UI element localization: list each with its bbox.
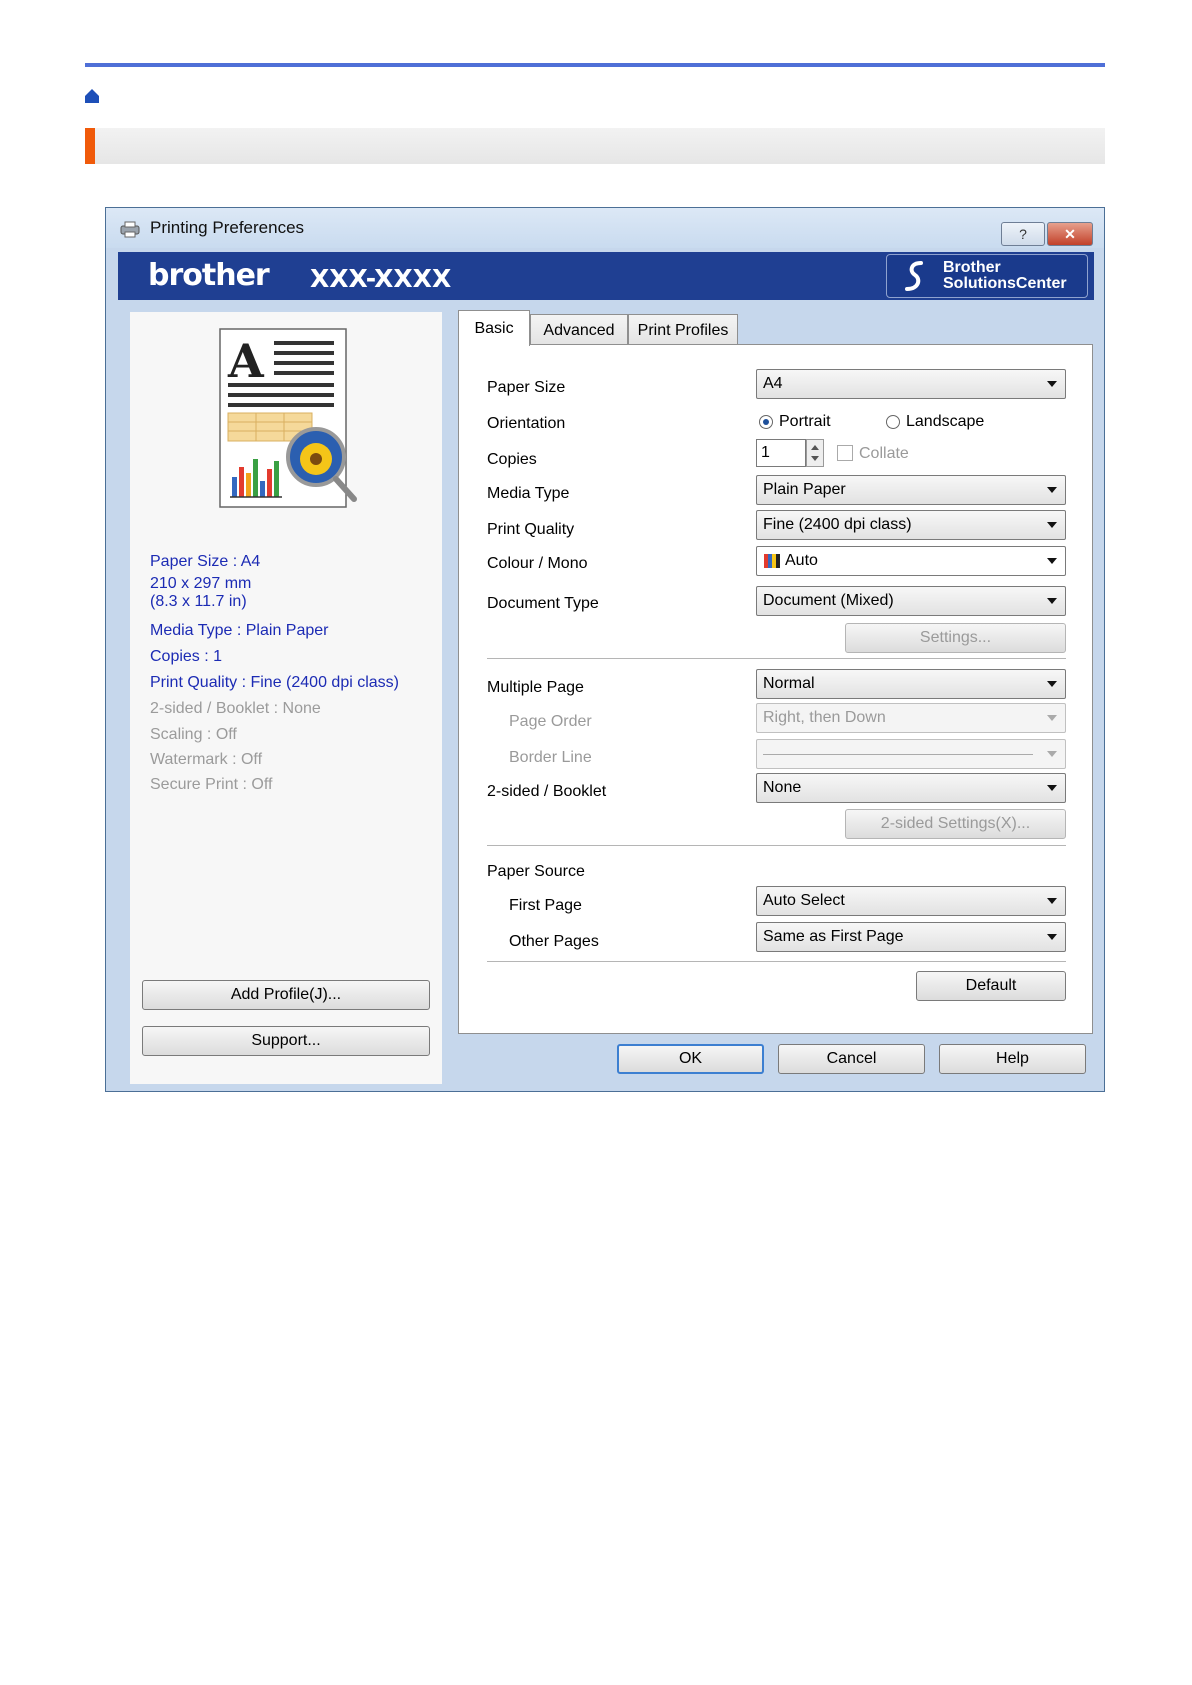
add-profile-button[interactable]: Add Profile(J)... [142,980,430,1010]
header-rule [85,63,1105,67]
copies-input[interactable]: 1 [756,439,806,467]
collate-label: Collate [859,445,909,462]
basic-tab-panel: Paper Size A4 Orientation Portrait Lands… [458,344,1093,1034]
help-button[interactable]: Help [939,1044,1086,1074]
summary-two-sided: 2-sided / Booklet : None [150,700,321,717]
solutions-center-icon [905,261,923,291]
portrait-radio[interactable] [759,415,773,429]
landscape-radio[interactable] [886,415,900,429]
preview-panel: A Paper Size : A4 210 x 297 mm (8.3 x 11… [130,312,442,1084]
help-icon[interactable]: ? [1001,222,1045,246]
solutions-center-label: Brother SolutionsCenter [943,259,1067,292]
summary-dimensions-mm: 210 x 297 mm [150,575,252,592]
first-page-label: First Page [509,897,582,914]
summary-copies: Copies : 1 [150,648,223,665]
svg-text:A: A [227,334,265,388]
border-line-preview [763,753,1033,755]
portrait-label: Portrait [779,413,831,430]
chevron-down-icon [1047,681,1057,687]
paper-size-select[interactable]: A4 [756,369,1066,399]
copies-spinner[interactable] [806,439,824,467]
summary-media-type: Media Type : Plain Paper [150,622,329,639]
default-button[interactable]: Default [916,971,1066,1001]
two-sided-settings-button[interactable]: 2-sided Settings(X)... [845,809,1066,839]
cancel-button[interactable]: Cancel [778,1044,925,1074]
chevron-down-icon [1047,381,1057,387]
tab-print-profiles[interactable]: Print Profiles [628,314,738,346]
collate-checkbox[interactable] [837,445,853,461]
section-header-bar [85,128,1105,164]
tab-basic[interactable]: Basic [458,310,530,346]
chevron-down-icon [1047,785,1057,791]
paper-source-label: Paper Source [487,863,585,880]
border-line-label: Border Line [509,749,592,766]
media-type-label: Media Type [487,485,570,502]
close-icon[interactable]: ✕ [1047,222,1093,246]
tab-advanced[interactable]: Advanced [530,314,628,346]
solutions-center-button[interactable]: Brother SolutionsCenter [886,254,1088,298]
home-icon[interactable] [84,88,100,103]
chevron-down-icon [1047,598,1057,604]
colour-mono-select[interactable]: Auto [756,546,1066,576]
divider [487,658,1066,659]
chevron-down-icon [1047,558,1057,564]
page-preview-image: A [219,328,357,508]
chevron-down-icon [1047,934,1057,940]
support-button[interactable]: Support... [142,1026,430,1056]
document-type-select[interactable]: Document (Mixed) [756,586,1066,616]
window-title: Printing Preferences [150,218,305,237]
divider [487,845,1066,846]
print-quality-label: Print Quality [487,521,575,538]
printer-icon [120,221,140,238]
page-order-select[interactable]: Right, then Down [756,703,1066,733]
orientation-label: Orientation [487,415,566,432]
summary-secure-print: Secure Print : Off [150,776,273,793]
printing-preferences-dialog: Printing Preferences ? ✕ brother XXX-XXX… [105,207,1105,1092]
other-pages-select[interactable]: Same as First Page [756,922,1066,952]
print-quality-select[interactable]: Fine (2400 dpi class) [756,510,1066,540]
two-sided-select[interactable]: None [756,773,1066,803]
other-pages-label: Other Pages [509,933,599,950]
colour-icon [764,554,780,568]
colour-mono-label: Colour / Mono [487,555,588,572]
document-type-label: Document Type [487,595,599,612]
copies-label: Copies [487,451,537,468]
section-accent [85,128,95,164]
summary-watermark: Watermark : Off [150,751,263,768]
summary-dimensions-in: (8.3 x 11.7 in) [150,593,247,610]
settings-button[interactable]: Settings... [845,623,1066,653]
paper-size-label: Paper Size [487,379,566,396]
title-bar: Printing Preferences ? ✕ [106,208,1104,248]
summary-paper-size: Paper Size : A4 [150,553,261,570]
chevron-down-icon [1047,715,1057,721]
model-name: XXX-XXXX [310,264,452,293]
first-page-select[interactable]: Auto Select [756,886,1066,916]
brand-bar: brother XXX-XXXX Brother SolutionsCenter [118,252,1094,300]
chevron-down-icon [1047,522,1057,528]
multiple-page-label: Multiple Page [487,679,584,696]
brother-logo: brother [148,258,270,293]
chevron-down-icon [1047,487,1057,493]
landscape-label: Landscape [906,413,985,430]
border-line-select[interactable] [756,739,1066,769]
spinner-arrows-icon [811,445,819,461]
summary-scaling: Scaling : Off [150,726,237,743]
chevron-down-icon [1047,751,1057,757]
multiple-page-select[interactable]: Normal [756,669,1066,699]
chevron-down-icon [1047,898,1057,904]
page-order-label: Page Order [509,713,592,730]
divider [487,961,1066,962]
media-type-select[interactable]: Plain Paper [756,475,1066,505]
summary-print-quality: Print Quality : Fine (2400 dpi class) [150,674,399,691]
two-sided-label: 2-sided / Booklet [487,783,607,800]
ok-button[interactable]: OK [617,1044,764,1074]
